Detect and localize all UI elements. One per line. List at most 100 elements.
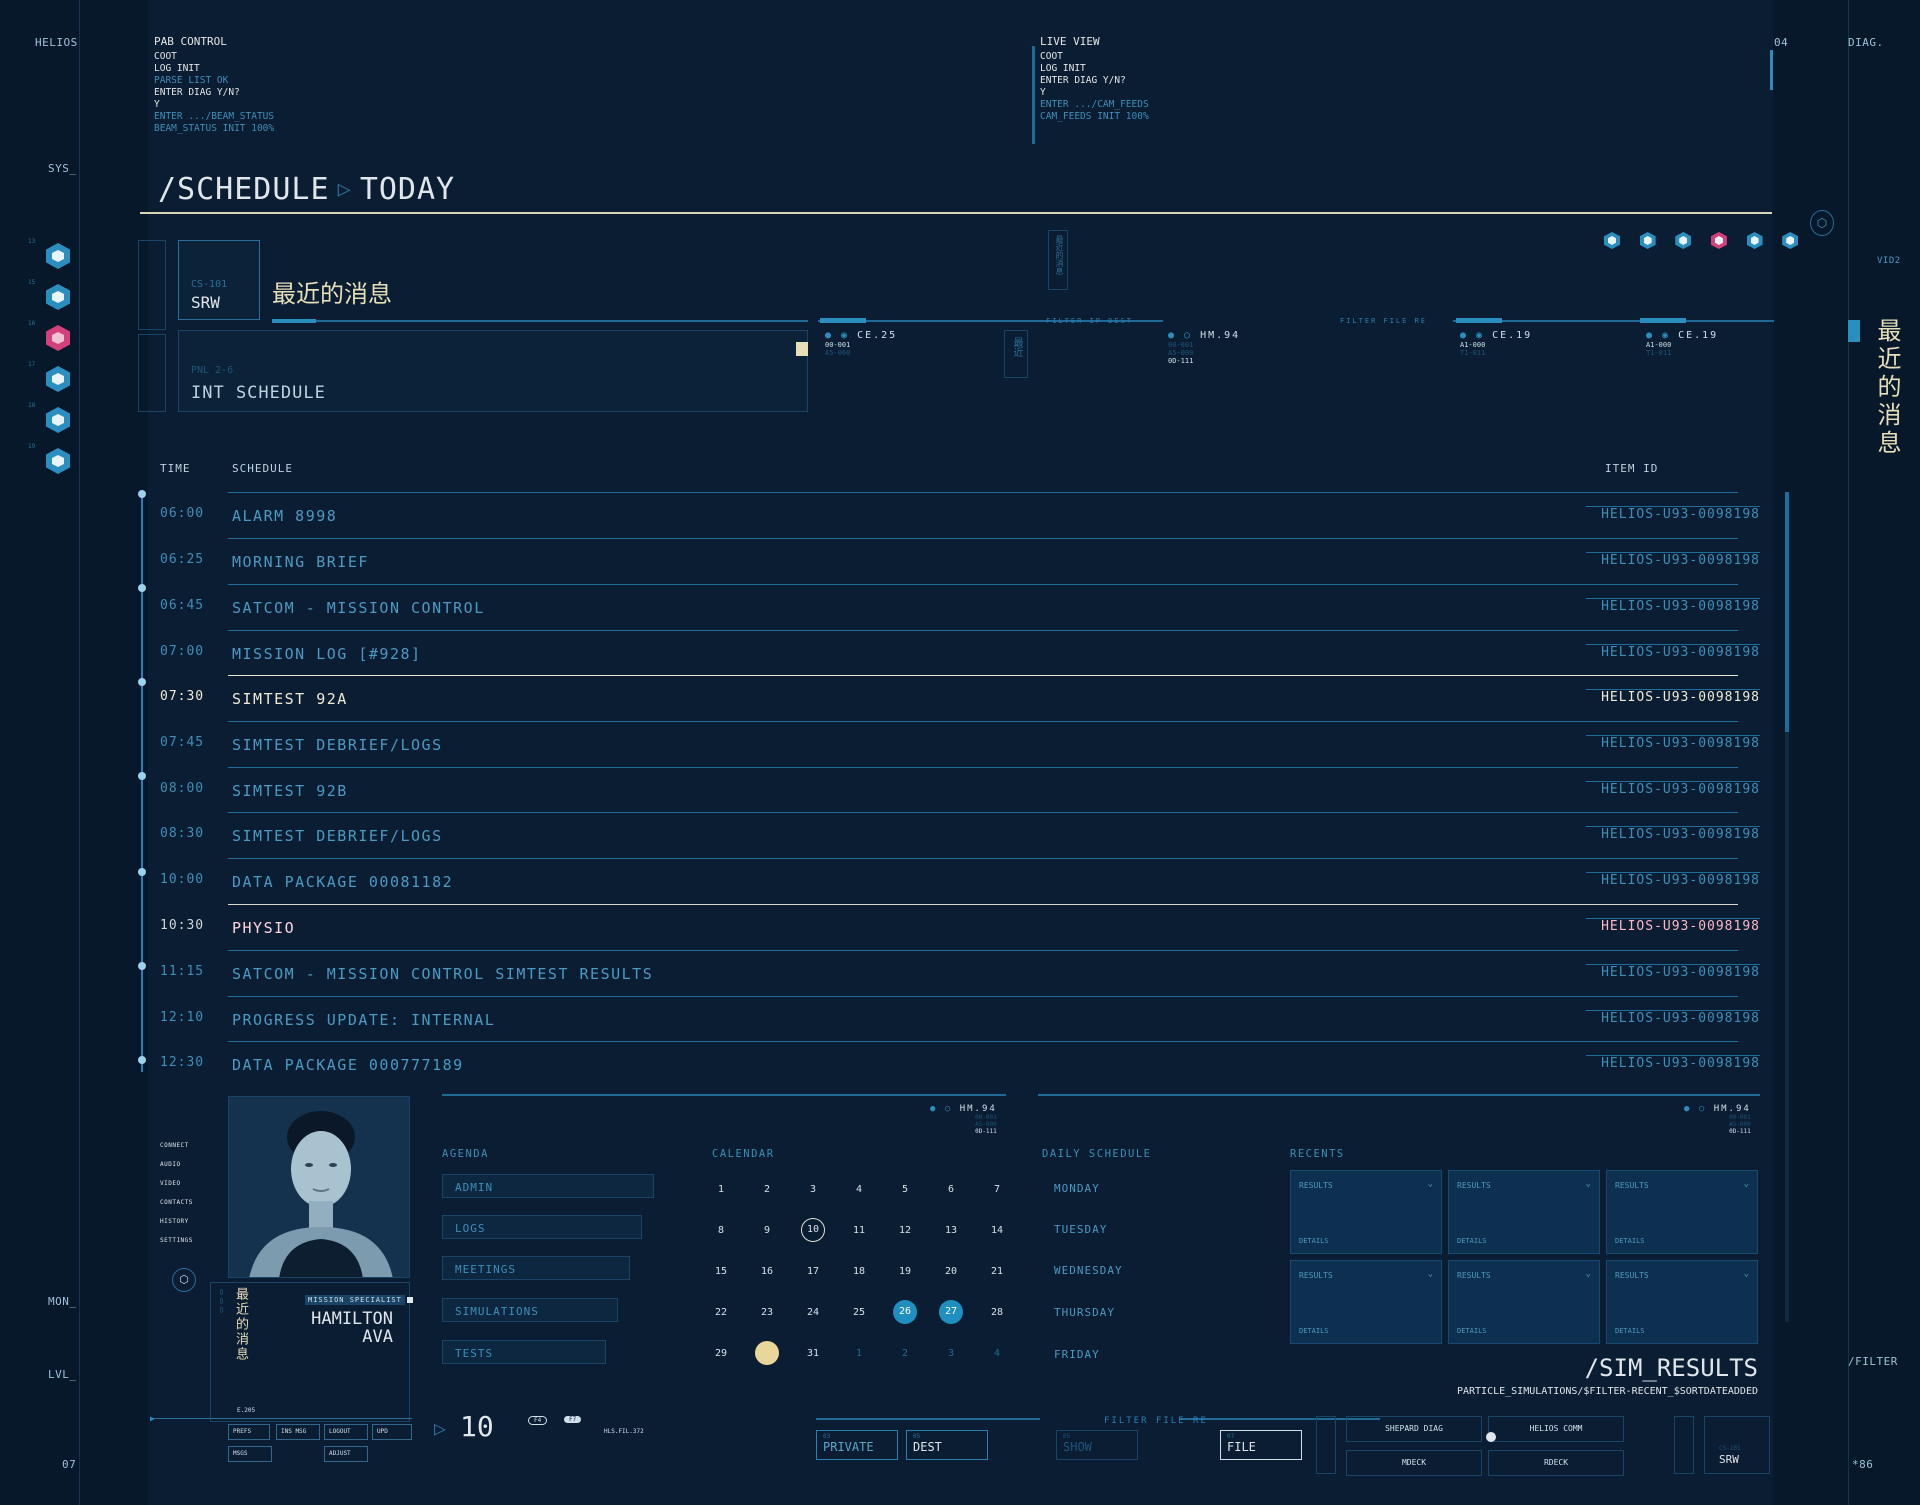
play-icon[interactable]: ▷ bbox=[434, 1416, 446, 1440]
table-row[interactable]: 08:30 SIMTEST DEBRIEF/LOGS HELIOS-U93-00… bbox=[160, 812, 1760, 852]
calendar-day[interactable]: 21 bbox=[984, 1266, 1010, 1277]
calendar-day[interactable]: 28 bbox=[984, 1307, 1010, 1318]
scrollbar-track[interactable] bbox=[1785, 732, 1789, 1322]
table-row[interactable]: 06:25 MORNING BRIEF HELIOS-U93-0098198 bbox=[160, 538, 1760, 578]
mdeck-button[interactable]: MDECK bbox=[1346, 1450, 1482, 1476]
scrollbar-thumb[interactable] bbox=[1785, 492, 1789, 732]
menu-settings[interactable]: SETTINGS bbox=[160, 1237, 193, 1244]
calendar-day[interactable]: 1 bbox=[846, 1348, 872, 1359]
int-schedule-card[interactable]: PNL 2-6 INT SCHEDULE bbox=[178, 330, 808, 412]
table-row[interactable]: 07:45 SIMTEST DEBRIEF/LOGS HELIOS-U93-00… bbox=[160, 721, 1760, 761]
vertical-tag[interactable]: 最近的消息 bbox=[1048, 230, 1068, 290]
upd-button[interactable]: UPD bbox=[372, 1424, 412, 1440]
shepard-diag-button[interactable]: SHEPARD DIAG bbox=[1346, 1416, 1482, 1442]
srw-mini-card[interactable]: CS-101 SRW bbox=[1704, 1416, 1770, 1474]
ins-msg-button[interactable]: INS MSG bbox=[276, 1424, 320, 1440]
results-card[interactable]: RESULTS ⌄ DETAILS bbox=[1290, 1260, 1442, 1344]
calendar-day[interactable]: 18 bbox=[846, 1266, 872, 1277]
side-tab[interactable] bbox=[138, 334, 166, 412]
day-friday[interactable]: FRIDAY bbox=[1054, 1348, 1100, 1361]
calendar-day[interactable]: 14 bbox=[984, 1225, 1010, 1236]
table-row[interactable]: 08:00 SIMTEST 92B HELIOS-U93-0098198 bbox=[160, 767, 1760, 807]
dest-button[interactable]: 05 DEST bbox=[906, 1430, 988, 1460]
table-row[interactable]: 07:00 MISSION LOG [#928] HELIOS-U93-0098… bbox=[160, 630, 1760, 670]
pill-f7[interactable]: F7 bbox=[564, 1416, 582, 1423]
calendar-day[interactable]: 13 bbox=[938, 1225, 964, 1236]
calendar-day-marked[interactable]: 30 bbox=[755, 1341, 779, 1365]
msgs-button[interactable]: MSGS bbox=[228, 1446, 272, 1462]
side-tab[interactable] bbox=[1316, 1416, 1336, 1474]
calendar-day[interactable]: 20 bbox=[938, 1266, 964, 1277]
calendar-day[interactable]: 3 bbox=[938, 1348, 964, 1359]
menu-connect[interactable]: CONNECT bbox=[160, 1142, 189, 1149]
agenda-admin[interactable]: ADMIN bbox=[442, 1174, 654, 1198]
table-row-alert[interactable]: 10:30 PHYSIO HELIOS-U93-0098198 bbox=[160, 904, 1760, 944]
calendar-day[interactable]: 17 bbox=[800, 1266, 826, 1277]
day-tuesday[interactable]: TUESDAY bbox=[1054, 1223, 1107, 1236]
calendar-day[interactable]: 22 bbox=[708, 1307, 734, 1318]
adjust-button[interactable]: ADJUST bbox=[324, 1446, 368, 1462]
side-tab[interactable] bbox=[1674, 1416, 1694, 1474]
agenda-tests[interactable]: TESTS bbox=[442, 1340, 606, 1364]
srw-card[interactable]: CS-101 SRW bbox=[178, 240, 260, 320]
table-row[interactable]: 11:15 SATCOM - MISSION CONTROL SIMTEST R… bbox=[160, 950, 1760, 990]
calendar-day-selected[interactable]: 27 bbox=[939, 1300, 963, 1324]
logout-button[interactable]: LOGOUT bbox=[324, 1424, 368, 1440]
day-thursday[interactable]: THURSDAY bbox=[1054, 1306, 1115, 1319]
results-card[interactable]: RESULTS ⌄ DETAILS bbox=[1448, 1260, 1600, 1344]
calendar-day[interactable]: 29 bbox=[708, 1348, 734, 1359]
calendar-day[interactable]: 9 bbox=[754, 1225, 780, 1236]
knob-icon[interactable] bbox=[1486, 1432, 1496, 1442]
cube-icon[interactable]: ⬡ bbox=[172, 1268, 196, 1292]
calendar-day[interactable]: 2 bbox=[754, 1184, 780, 1195]
calendar-day[interactable]: 1 bbox=[708, 1184, 734, 1195]
calendar-day[interactable]: 31 bbox=[800, 1348, 826, 1359]
calendar-day[interactable]: 4 bbox=[984, 1348, 1010, 1359]
status-hex-icon[interactable] bbox=[1782, 232, 1799, 249]
table-row[interactable]: 12:30 DATA PACKAGE 000777189 HELIOS-U93-… bbox=[160, 1041, 1760, 1081]
calendar-day[interactable]: 19 bbox=[892, 1266, 918, 1277]
calendar-day[interactable]: 11 bbox=[846, 1225, 872, 1236]
table-row[interactable]: 10:00 DATA PACKAGE 00081182 HELIOS-U93-0… bbox=[160, 858, 1760, 898]
menu-audio[interactable]: AUDIO bbox=[160, 1161, 181, 1168]
play-icon[interactable]: ▶ bbox=[150, 1414, 155, 1423]
file-button[interactable]: 07 FILE bbox=[1220, 1430, 1302, 1460]
agenda-logs[interactable]: LOGS bbox=[442, 1215, 642, 1239]
helios-comm-button[interactable]: HELIOS COMM bbox=[1488, 1416, 1624, 1442]
calendar-day[interactable]: 7 bbox=[984, 1184, 1010, 1195]
results-card[interactable]: RESULTS ⌄ DETAILS bbox=[1448, 1170, 1600, 1254]
profile-card[interactable]: ▯▯▯ 最近的消息 MISSION SPECIALIST HAMILTON AV… bbox=[210, 1282, 413, 1422]
status-hex-icon[interactable] bbox=[1604, 232, 1620, 249]
table-row[interactable]: 06:00 ALARM 8998 HELIOS-U93-0098198 bbox=[160, 492, 1760, 532]
table-row[interactable]: 06:45 SATCOM - MISSION CONTROL HELIOS-U9… bbox=[160, 584, 1760, 624]
calendar-day[interactable]: 23 bbox=[754, 1307, 780, 1318]
private-button[interactable]: 03 PRIVATE bbox=[816, 1430, 898, 1460]
calendar-day[interactable]: 6 bbox=[938, 1184, 964, 1195]
calendar-day[interactable]: 2 bbox=[892, 1348, 918, 1359]
rdeck-button[interactable]: RDECK bbox=[1488, 1450, 1624, 1476]
avatar[interactable] bbox=[228, 1096, 410, 1278]
calendar-day[interactable]: 12 bbox=[892, 1225, 918, 1236]
status-hex-icon[interactable] bbox=[1639, 232, 1656, 249]
calendar-day[interactable]: 8 bbox=[708, 1225, 734, 1236]
calendar-day[interactable]: 4 bbox=[846, 1184, 872, 1195]
results-card[interactable]: RESULTS ⌄ DETAILS bbox=[1290, 1170, 1442, 1254]
show-button[interactable]: 05 SHOW bbox=[1056, 1430, 1138, 1460]
status-hex-icon[interactable] bbox=[1675, 232, 1692, 249]
menu-video[interactable]: VIDEO bbox=[160, 1180, 181, 1187]
calendar-day[interactable]: 5 bbox=[892, 1184, 918, 1195]
agenda-meetings[interactable]: MEETINGS bbox=[442, 1256, 630, 1280]
calendar-day-selected[interactable]: 26 bbox=[893, 1300, 917, 1324]
calendar-day[interactable]: 15 bbox=[708, 1266, 734, 1277]
day-wednesday[interactable]: WEDNESDAY bbox=[1054, 1264, 1123, 1277]
table-row[interactable]: 12:10 PROGRESS UPDATE: INTERNAL HELIOS-U… bbox=[160, 996, 1760, 1036]
results-card[interactable]: RESULTS ⌄ DETAILS bbox=[1606, 1260, 1758, 1344]
calendar-day[interactable]: 3 bbox=[800, 1184, 826, 1195]
alert-hex-icon[interactable] bbox=[1710, 232, 1727, 249]
calendar-day[interactable]: 25 bbox=[846, 1307, 872, 1318]
calendar-day[interactable]: 24 bbox=[800, 1307, 826, 1318]
prefs-button[interactable]: PREFS bbox=[228, 1424, 270, 1440]
cube-nav-icon[interactable]: ⬡ bbox=[1810, 210, 1834, 236]
pill-f4[interactable]: F4 bbox=[528, 1416, 548, 1425]
calendar-day-today[interactable]: 10 bbox=[801, 1218, 825, 1242]
